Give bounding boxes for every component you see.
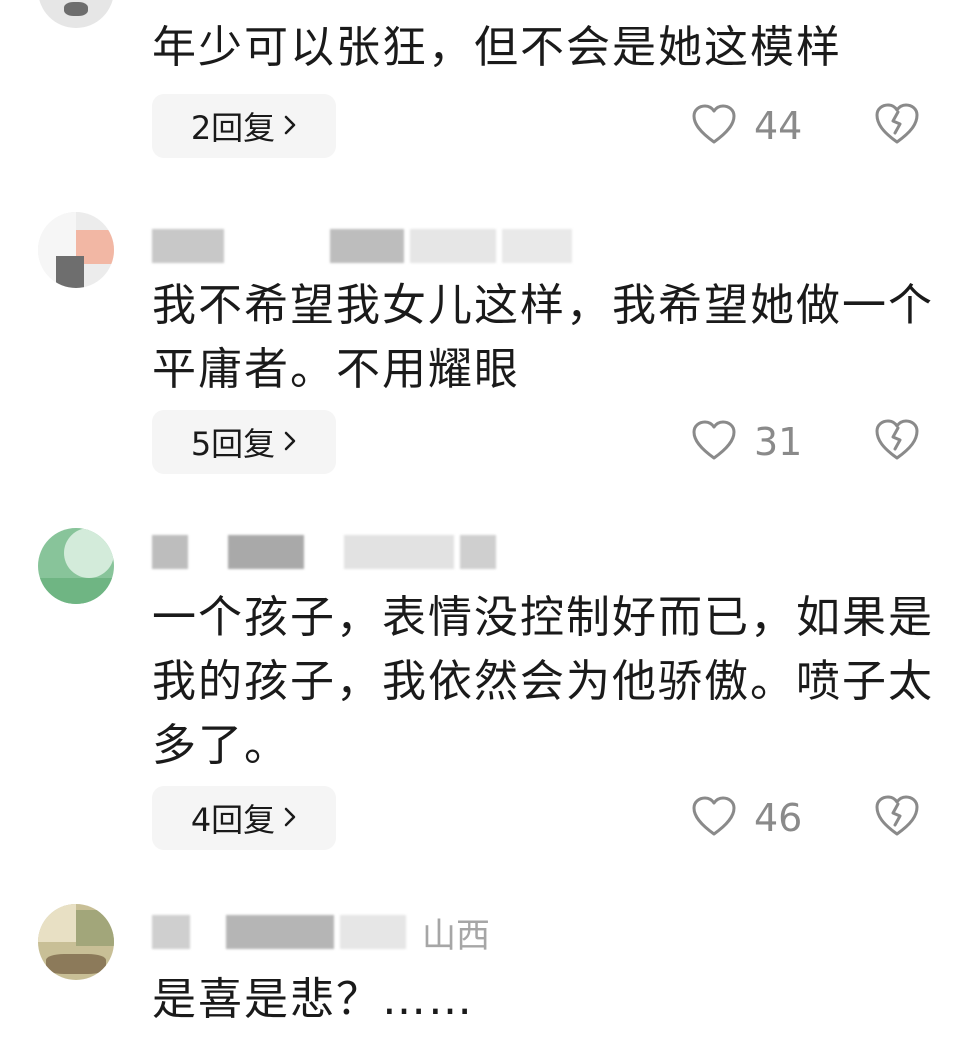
reply-label: 4回复 [190, 801, 276, 839]
username-blurred[interactable]: 山西 [152, 912, 490, 956]
blurred-username [410, 229, 496, 263]
avatar[interactable] [38, 212, 114, 288]
avatar[interactable] [38, 904, 114, 980]
like-button[interactable]: 44 [690, 96, 802, 156]
avatar-part [38, 904, 76, 942]
broken-heart-icon[interactable] [872, 100, 922, 150]
reply-button[interactable]: 2回复 [152, 94, 336, 158]
chevron-right-icon [283, 802, 297, 835]
reply-button[interactable]: 4回复 [152, 786, 336, 850]
avatar-part [76, 910, 114, 946]
avatar-figure [64, 2, 88, 16]
avatar-part [38, 578, 114, 604]
comment-text: 一个孩子，表情没控制好而已，如果是我的孩子，我依然会为他骄傲。喷子太多了。 [152, 592, 934, 771]
avatar-part [64, 528, 114, 578]
broken-heart-icon[interactable] [872, 416, 922, 466]
like-button[interactable]: 46 [690, 788, 802, 848]
blurred-username [228, 535, 304, 569]
blurred-username [502, 229, 572, 263]
blurred-username [344, 535, 454, 569]
blurred-username [460, 535, 496, 569]
like-count: 46 [754, 796, 803, 840]
avatar-part [46, 954, 106, 974]
reply-button[interactable]: 5回复 [152, 410, 336, 474]
blurred-username [226, 915, 334, 949]
avatar[interactable] [38, 0, 114, 28]
heart-outline-icon [690, 794, 738, 842]
chevron-right-icon [283, 110, 297, 143]
like-count: 44 [754, 104, 803, 148]
blurred-username [340, 915, 406, 949]
blurred-username [152, 915, 190, 949]
username-blurred[interactable] [152, 532, 502, 572]
blurred-username [152, 229, 224, 263]
heart-outline-icon [690, 102, 738, 150]
like-count: 31 [754, 420, 803, 464]
broken-heart-icon[interactable] [872, 792, 922, 842]
comment-text: 是喜是悲？…… [152, 974, 474, 1025]
comment-text: 年少可以张狂，但不会是她这模样 [152, 22, 842, 73]
like-button[interactable]: 31 [690, 412, 802, 472]
username-blurred[interactable] [152, 226, 578, 266]
avatar[interactable] [38, 528, 114, 604]
comment-text: 我不希望我女儿这样，我希望她做一个平庸者。不用耀眼 [152, 280, 934, 395]
region-label: 山西 [422, 915, 490, 956]
heart-outline-icon [690, 418, 738, 466]
avatar-part [56, 256, 84, 288]
chevron-right-icon [283, 426, 297, 459]
reply-label: 5回复 [190, 425, 276, 463]
blurred-username [152, 535, 188, 569]
blurred-username [330, 229, 404, 263]
reply-label: 2回复 [190, 109, 276, 147]
